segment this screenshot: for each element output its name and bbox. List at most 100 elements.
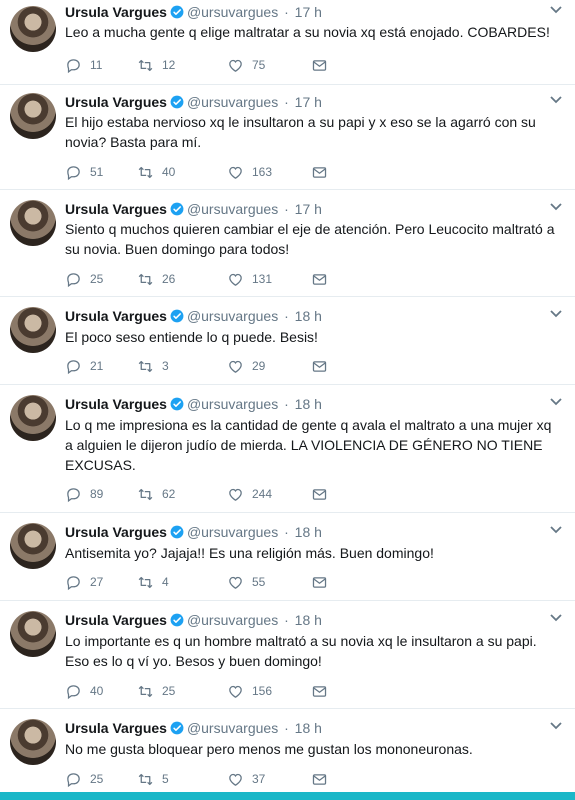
author-name[interactable]: Ursula Vargues (65, 308, 167, 324)
author-name[interactable]: Ursula Vargues (65, 94, 167, 110)
author-handle[interactable]: @ursuvargues (187, 201, 278, 217)
retweet-button[interactable]: 4 (137, 573, 227, 591)
like-count: 131 (252, 272, 273, 286)
chevron-down-icon[interactable] (549, 397, 563, 407)
like-button[interactable]: 163 (227, 163, 311, 181)
author-handle[interactable]: @ursuvargues (187, 94, 278, 110)
reply-button[interactable]: 25 (65, 270, 137, 288)
verified-badge-icon (170, 95, 184, 109)
tweet-time[interactable]: 18 h (295, 308, 322, 324)
reply-button[interactable]: 11 (65, 56, 137, 74)
retweet-button[interactable]: 25 (137, 682, 227, 700)
tweet-time[interactable]: 18 h (295, 396, 322, 412)
avatar[interactable] (10, 395, 56, 441)
tweet-header: Ursula Vargues @ursuvargues · 18 h (65, 523, 322, 541)
tweet-text: El hijo estaba nervioso xq le insultaron… (65, 114, 536, 150)
retweet-icon (138, 360, 153, 372)
retweet-button[interactable]: 62 (137, 485, 227, 503)
author-name[interactable]: Ursula Vargues (65, 4, 167, 20)
retweet-count: 5 (162, 772, 169, 786)
reply-count: 11 (90, 58, 103, 72)
tweet[interactable]: Ursula Vargues @ursuvargues · 17 h Siento… (0, 190, 575, 297)
retweet-count: 3 (162, 359, 169, 373)
verified-badge-icon (170, 525, 184, 539)
tweet-time[interactable]: 17 h (295, 201, 322, 217)
separator: · (284, 308, 289, 324)
tweet-time[interactable]: 18 h (295, 524, 322, 540)
tweet[interactable]: Ursula Vargues @ursuvargues · 18 h El poc… (0, 297, 575, 385)
tweet-header: Ursula Vargues @ursuvargues · 17 h (65, 200, 322, 218)
reply-button[interactable]: 21 (65, 357, 137, 375)
like-button[interactable]: 29 (227, 357, 311, 375)
tweet-time[interactable]: 18 h (295, 720, 322, 736)
like-button[interactable]: 244 (227, 485, 311, 503)
tweet-text: El poco seso entiende lo q puede. Besis! (65, 329, 318, 345)
author-handle[interactable]: @ursuvargues (187, 524, 278, 540)
direct-message-button[interactable] (311, 163, 328, 181)
avatar[interactable] (10, 307, 56, 353)
retweet-button[interactable]: 12 (137, 56, 227, 74)
direct-message-button[interactable] (311, 682, 328, 700)
retweet-button[interactable]: 5 (137, 770, 227, 788)
direct-message-button[interactable] (311, 485, 328, 503)
reply-button[interactable]: 27 (65, 573, 137, 591)
author-name[interactable]: Ursula Vargues (65, 396, 167, 412)
reply-button[interactable]: 51 (65, 163, 137, 181)
tweet-time[interactable]: 17 h (295, 94, 322, 110)
chevron-down-icon[interactable] (549, 721, 563, 731)
chevron-down-icon[interactable] (549, 5, 563, 15)
like-button[interactable]: 75 (227, 56, 311, 74)
author-handle[interactable]: @ursuvargues (187, 4, 278, 20)
chevron-down-icon[interactable] (549, 613, 563, 623)
author-name[interactable]: Ursula Vargues (65, 524, 167, 540)
avatar[interactable] (10, 6, 56, 52)
chevron-down-icon[interactable] (549, 95, 563, 105)
like-button[interactable]: 55 (227, 573, 311, 591)
avatar[interactable] (10, 93, 56, 139)
direct-message-button[interactable] (311, 270, 328, 288)
avatar[interactable] (10, 200, 56, 246)
retweet-icon (138, 59, 153, 71)
tweet[interactable]: Ursula Vargues @ursuvargues · 18 h No me … (0, 709, 575, 792)
tweet[interactable]: Ursula Vargues @ursuvargues · 18 h Lo imp… (0, 601, 575, 709)
retweet-button[interactable]: 3 (137, 357, 227, 375)
author-handle[interactable]: @ursuvargues (187, 612, 278, 628)
verified-badge-icon (170, 613, 184, 627)
author-handle[interactable]: @ursuvargues (187, 396, 278, 412)
tweet-text: Leo a mucha gente q elige maltratar a su… (65, 24, 550, 40)
author-handle[interactable]: @ursuvargues (187, 720, 278, 736)
separator: · (284, 524, 289, 540)
tweet[interactable]: Ursula Vargues @ursuvargues · 17 h Leo a … (0, 0, 575, 85)
author-name[interactable]: Ursula Vargues (65, 720, 167, 736)
reply-button[interactable]: 25 (65, 770, 137, 788)
tweet-time[interactable]: 18 h (295, 612, 322, 628)
retweet-button[interactable]: 40 (137, 163, 227, 181)
direct-message-button[interactable] (311, 573, 328, 591)
tweet[interactable]: Ursula Vargues @ursuvargues · 18 h Antise… (0, 513, 575, 601)
author-handle[interactable]: @ursuvargues (187, 308, 278, 324)
tweet[interactable]: Ursula Vargues @ursuvargues · 17 h El hij… (0, 85, 575, 190)
author-name[interactable]: Ursula Vargues (65, 201, 167, 217)
avatar[interactable] (10, 523, 56, 569)
like-count: 55 (252, 575, 266, 589)
like-button[interactable]: 131 (227, 270, 311, 288)
tweet-time[interactable]: 17 h (295, 4, 322, 20)
direct-message-button[interactable] (311, 770, 328, 788)
direct-message-button[interactable] (311, 56, 328, 74)
tweet[interactable]: Ursula Vargues @ursuvargues · 18 h Lo q m… (0, 385, 575, 513)
reply-button[interactable]: 89 (65, 485, 137, 503)
avatar[interactable] (10, 611, 56, 657)
author-name[interactable]: Ursula Vargues (65, 612, 167, 628)
chevron-down-icon[interactable] (549, 202, 563, 212)
chevron-down-icon[interactable] (549, 309, 563, 319)
heart-icon (229, 773, 242, 786)
retweet-count: 25 (162, 684, 176, 698)
like-button[interactable]: 37 (227, 770, 311, 788)
heart-icon (229, 166, 242, 179)
reply-button[interactable]: 40 (65, 682, 137, 700)
like-button[interactable]: 156 (227, 682, 311, 700)
direct-message-button[interactable] (311, 357, 328, 375)
retweet-button[interactable]: 26 (137, 270, 227, 288)
avatar[interactable] (10, 719, 56, 765)
chevron-down-icon[interactable] (549, 525, 563, 535)
